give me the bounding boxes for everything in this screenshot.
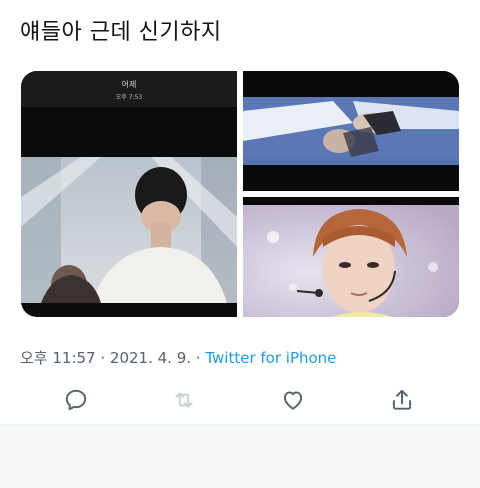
media-image-1[interactable]: 어제 오후 7:53 [21,71,237,317]
screenshot-time: 오후 7:53 [115,94,143,101]
share-button[interactable] [386,384,418,416]
retweet-icon [175,392,193,408]
media-image-2[interactable] [243,71,459,191]
media-image-3[interactable] [243,197,459,317]
stage-performer-image [21,157,237,303]
tweet-date: 2021. 4. 9. [109,349,192,367]
meta-separator: · [191,349,206,367]
action-bar [0,384,480,416]
tweet-time: 오후 11:57 [20,349,96,367]
tweet-source-link[interactable]: Twitter for iPhone [205,349,336,367]
meta-separator: · [95,349,110,367]
reply-area-background [0,425,480,488]
screenshot-header: 어제 오후 7:53 [21,71,237,107]
screenshot-title: 어제 [121,80,137,89]
like-button[interactable] [277,384,309,416]
tweet-meta: 오후 11:57 · 2021. 4. 9. · Twitter for iPh… [20,347,336,368]
reply-icon [65,389,87,411]
tweet-text: 얘들아 근데 신기하지 [20,20,222,45]
retweet-button[interactable] [168,384,200,416]
hands-closeup-image [243,71,459,191]
media-grid: 어제 오후 7:53 [21,71,459,317]
portrait-headset-image [243,197,459,317]
reply-button[interactable] [60,384,92,416]
heart-icon [283,391,303,410]
share-icon [392,389,412,410]
